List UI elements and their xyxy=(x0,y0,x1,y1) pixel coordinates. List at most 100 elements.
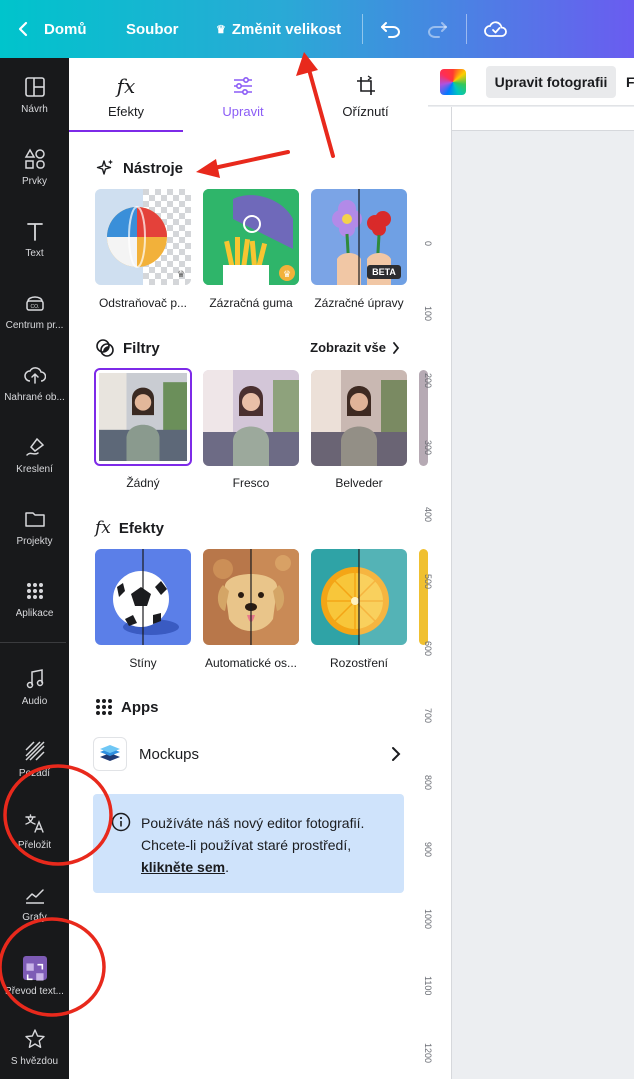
effect-shadows[interactable] xyxy=(95,549,191,645)
canvas-toolbar: Upravit fotografii F xyxy=(428,58,634,106)
toolbar-divider xyxy=(362,14,363,44)
tool-label: Zázračná guma xyxy=(209,296,293,310)
svg-text:CO.: CO. xyxy=(30,304,39,310)
tab-adjust[interactable]: Upravit xyxy=(183,58,303,132)
rail-item-starred[interactable]: S hvězdou xyxy=(0,1020,69,1084)
ruler-tick: 1200 xyxy=(423,1043,433,1064)
ruler-tick: 1000 xyxy=(423,909,433,930)
cloud-save-button[interactable] xyxy=(484,0,508,58)
rail-item-uploads[interactable]: Nahrané ob... xyxy=(0,356,69,420)
chevron-right-icon xyxy=(392,747,401,761)
rail-item-charts[interactable]: Grafy xyxy=(0,876,69,940)
ruler-tick: 400 xyxy=(423,507,433,523)
ruler-tick: 900 xyxy=(423,842,433,858)
home-label: Domů xyxy=(44,20,87,38)
ruler-tick: 600 xyxy=(423,641,433,657)
rail-label: Grafy xyxy=(22,912,47,923)
fries-image: ♛ xyxy=(203,189,299,285)
rail-item-elements[interactable]: Prvky xyxy=(0,140,69,204)
tab-label: Upravit xyxy=(222,104,264,119)
tools-heading: Nástroje xyxy=(95,158,183,178)
rail-item-apps[interactable]: Aplikace xyxy=(0,572,69,636)
music-note-icon xyxy=(26,669,43,689)
filters-heading-label: Filtry xyxy=(123,339,160,357)
svg-text:♛: ♛ xyxy=(177,270,185,280)
tools-heading-label: Nástroje xyxy=(123,159,184,177)
filter-label: Belveder xyxy=(335,476,383,490)
filter-label: Fresco xyxy=(232,476,270,490)
color-picker-button[interactable] xyxy=(440,69,466,95)
left-rail: Návrh Prvky Text CO. Centrum pr... Nahra… xyxy=(0,58,69,1079)
filters-icon xyxy=(96,339,114,357)
filter-none[interactable] xyxy=(94,368,192,466)
soccer-ball-image xyxy=(95,549,191,645)
rail-item-audio[interactable]: Audio xyxy=(0,660,69,724)
app-mockups[interactable]: Mockups xyxy=(93,734,405,774)
layout-icon xyxy=(24,77,45,97)
apps-grid-icon xyxy=(26,583,43,599)
rail-item-projects[interactable]: Projekty xyxy=(0,500,69,564)
chevron-right-icon xyxy=(393,341,400,354)
edit-photo-button[interactable]: Upravit fotografii xyxy=(486,66,616,98)
rail-label: Pozadí xyxy=(18,768,51,779)
brand-icon: CO. xyxy=(25,296,44,311)
rail-item-design[interactable]: Návrh xyxy=(0,68,69,132)
orange-image xyxy=(311,549,407,645)
edit-photo-label: Upravit fotografii xyxy=(494,74,608,90)
rail-item-translate[interactable]: Přeložit xyxy=(0,804,69,868)
flower-image: BETA xyxy=(311,189,407,285)
ruler-tick: 200 xyxy=(423,373,433,389)
ruler-tick: 700 xyxy=(423,708,433,724)
tool-label: Zázračné úpravy xyxy=(314,296,404,310)
rail-label: Přeložit xyxy=(17,840,52,851)
ruler-tick: 1100 xyxy=(423,976,433,996)
active-tab-indicator xyxy=(69,130,183,132)
home-button[interactable]: Domů xyxy=(18,0,87,58)
tab-label: Efekty xyxy=(107,104,145,119)
tool-magic-eraser[interactable]: ♛ xyxy=(203,189,299,285)
toolbar-divider xyxy=(466,14,467,44)
rail-item-text-convert[interactable]: Převod text... xyxy=(0,948,69,1012)
rail-item-background[interactable]: Pozadí xyxy=(0,732,69,796)
tab-effects[interactable]: fx Efekty xyxy=(69,58,183,132)
effect-auto-focus[interactable] xyxy=(203,549,299,645)
rail-item-text[interactable]: Text xyxy=(0,212,69,276)
resize-button[interactable]: ♛ Změnit velikost xyxy=(216,0,341,58)
redo-icon xyxy=(428,22,447,38)
show-all-label: Zobrazit vše xyxy=(310,340,386,355)
filters-show-all-link[interactable]: Zobrazit vše xyxy=(310,340,400,355)
notice-text: Používáte náš nový editor fotografií. Ch… xyxy=(141,812,396,878)
next-toolbar-item[interactable]: F xyxy=(626,74,634,90)
translate-icon xyxy=(24,814,44,833)
top-bar: Domů Soubor ♛ Změnit velikost xyxy=(0,0,634,58)
rail-item-brand[interactable]: CO. Centrum pr... xyxy=(0,284,69,348)
apps-heading-label: Apps xyxy=(121,698,159,716)
filter-fresco[interactable] xyxy=(203,370,299,466)
rail-label: Aplikace xyxy=(15,608,54,619)
chevron-left-icon xyxy=(18,21,28,37)
rail-label: Nahrané ob... xyxy=(4,392,65,403)
crown-icon: ♛ xyxy=(216,23,226,36)
mockups-icon xyxy=(93,737,127,771)
effects-heading: fx Efekty xyxy=(95,518,164,538)
effect-next-peek[interactable] xyxy=(419,549,428,645)
rail-item-draw[interactable]: Kreslení xyxy=(0,428,69,492)
tool-magic-edit[interactable]: BETA xyxy=(311,189,407,285)
notice-suffix: . xyxy=(225,859,229,875)
dog-image xyxy=(203,549,299,645)
old-editor-link[interactable]: klikněte sem xyxy=(141,859,225,875)
background-icon xyxy=(24,741,45,761)
filter-belvedere[interactable] xyxy=(311,370,407,466)
apps-heading: Apps xyxy=(95,698,159,716)
rail-label: Kreslení xyxy=(16,464,53,475)
text-icon xyxy=(26,223,43,241)
tool-bg-remover[interactable]: ♛ xyxy=(95,189,191,285)
fx-icon: fx xyxy=(116,74,136,98)
file-menu-button[interactable]: Soubor xyxy=(126,0,179,58)
tab-crop[interactable]: Oříznutí xyxy=(303,58,428,132)
portrait-image xyxy=(203,370,299,466)
portrait-image xyxy=(99,373,187,461)
undo-button[interactable] xyxy=(380,0,402,58)
redo-button[interactable] xyxy=(426,0,448,58)
effect-blur[interactable] xyxy=(311,549,407,645)
